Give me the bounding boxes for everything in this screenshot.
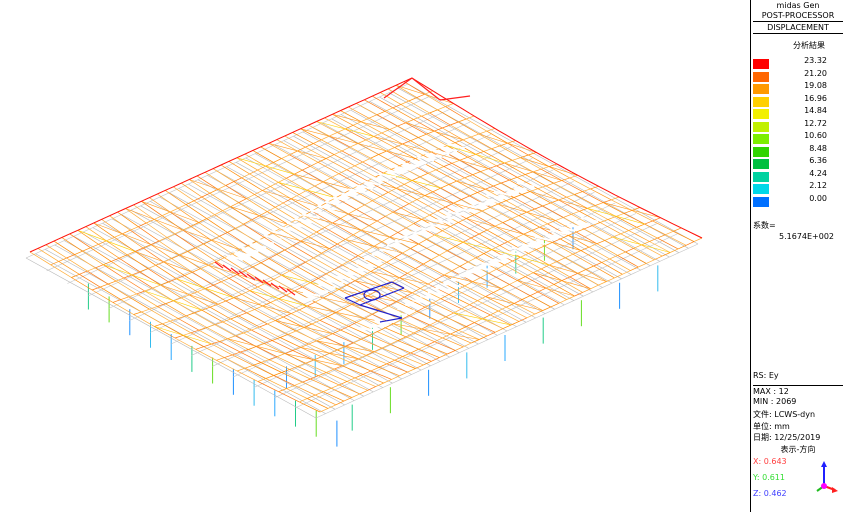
- legend-value: 8.48: [809, 143, 827, 153]
- unit-label: 单位: mm: [753, 422, 790, 431]
- direction-y: Y: 0.611: [753, 473, 785, 482]
- legend-value: 2.12: [809, 181, 827, 190]
- legend-value: 0.00: [809, 193, 827, 203]
- max-node: MAX : 12: [753, 387, 789, 396]
- legend-swatch: [753, 121, 769, 132]
- model-viewport[interactable]: [0, 0, 750, 512]
- factor-value: 5.1674E+002: [779, 232, 835, 241]
- legend-swatch: [753, 134, 769, 144]
- result-set: RS: Ey: [753, 371, 779, 380]
- app-name: midas Gen: [776, 1, 820, 10]
- legend-value: 19.08: [804, 81, 827, 90]
- divider: [753, 21, 843, 22]
- undeformed-frame: [25, 83, 699, 419]
- result-legend-panel: midas Gen POST-PROCESSOR DISPLACEMENT 分析…: [750, 0, 845, 512]
- legend-value: 10.60: [804, 131, 827, 140]
- legend-swatch: [753, 109, 769, 119]
- legend-swatch: [753, 171, 769, 182]
- legend-value: 4.24: [809, 168, 827, 178]
- legend-value: 16.96: [804, 93, 827, 103]
- legend-swatch: [753, 96, 769, 107]
- file-name: 文件: LCWS-dyn: [753, 410, 816, 419]
- legend-swatch: [753, 184, 769, 194]
- axis-triad-icon: [816, 461, 838, 493]
- legend-value: 6.36: [809, 156, 827, 165]
- structure-model[interactable]: [0, 0, 750, 512]
- divider: [753, 33, 843, 34]
- direction-z: Z: 0.462: [753, 489, 787, 498]
- legend-value: 14.84: [804, 106, 827, 115]
- legend-value: 23.32: [804, 56, 827, 65]
- legend-swatch: [753, 59, 769, 69]
- min-node: MIN : 2069: [753, 397, 797, 406]
- legend-swatch: [753, 196, 769, 207]
- divider: [753, 385, 843, 386]
- legend-value: 21.20: [804, 68, 827, 78]
- factor-label: 系数=: [753, 221, 776, 230]
- legend-value: 12.72: [804, 118, 827, 128]
- legend-swatch: [753, 71, 769, 82]
- legend-swatch: [753, 159, 769, 169]
- legend-swatch: [753, 146, 769, 157]
- view-direction-title: 表示-方向: [780, 445, 816, 454]
- date-label: 日期: 12/25/2019: [753, 433, 821, 442]
- mode-label: POST-PROCESSOR: [761, 11, 835, 20]
- legend-swatch: [753, 84, 769, 94]
- direction-x: X: 0.643: [753, 457, 787, 466]
- legend-title: 分析結果: [793, 41, 825, 50]
- result-type: DISPLACEMENT: [767, 23, 829, 32]
